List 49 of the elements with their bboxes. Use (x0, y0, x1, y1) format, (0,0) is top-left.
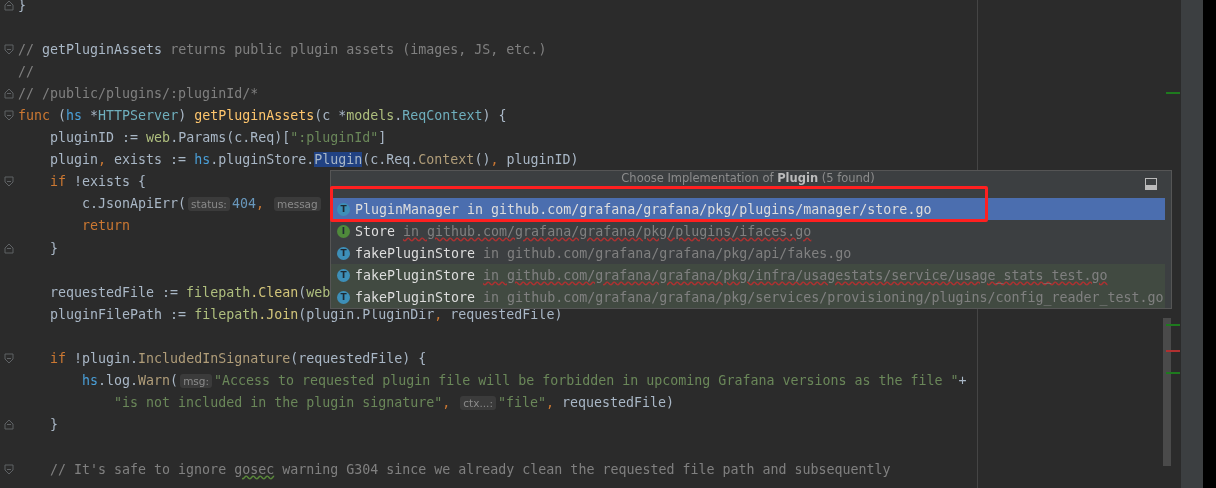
fold-marker-icon[interactable] (4, 353, 14, 365)
code-text: pluginID := web.Params(c.Req)[":pluginId"] (50, 130, 387, 146)
code-text: pluginFilePath := filepath.Join(plugin.PluginDir, requestedFile) (50, 306, 563, 322)
type-icon: T (337, 246, 350, 260)
fold-marker-icon[interactable] (4, 242, 14, 254)
implementation-item[interactable]: T fakePluginStore in github.com/grafana/grafana/pkg/infra/usagestats/service/usage_stats_test.go (331, 264, 1165, 286)
fold-marker-icon[interactable] (4, 0, 14, 11)
code-text: // It's safe to ignore gosec warning G304 since we already clean the requested file path and subsequently (50, 461, 891, 477)
code-text: } (18, 0, 26, 13)
fold-marker-icon[interactable] (4, 87, 14, 99)
fold-marker-icon[interactable] (4, 419, 14, 431)
fold-marker-icon[interactable] (4, 43, 14, 55)
code-text: // getPluginAssets returns public plugin assets (images, JS, etc.) (18, 41, 547, 57)
code-text: // /public/plugins/:pluginId/* (18, 85, 259, 101)
change-marker[interactable] (1166, 324, 1180, 326)
change-marker[interactable] (1166, 92, 1180, 94)
implementation-item[interactable]: T PluginManager in github.com/grafana/grafana/pkg/plugins/manager/store.go (331, 198, 1165, 220)
parameter-hint: ctx...: (460, 395, 496, 410)
code-text: func (hs *HTTPServer) getPluginAssets(c *models.ReqContext) { (18, 108, 507, 123)
code-text: "Access to requested plugin file will be forbidden in upcoming Grafana versions as the file "+ (214, 373, 967, 389)
parameter-hint: status: (188, 196, 230, 211)
type-icon: T (337, 202, 350, 216)
type-icon: T (337, 290, 350, 304)
parameter-hint: messag (273, 196, 321, 211)
fold-marker-icon[interactable] (4, 176, 14, 188)
code-text: } (50, 240, 59, 256)
code-text: "is not included in the plugin signature", (114, 395, 452, 411)
type-icon: I (337, 224, 350, 238)
code-text: // (18, 63, 34, 79)
error-marker[interactable] (1166, 350, 1180, 352)
popup-title: Choose Implementation of Plugin (5 found) (621, 172, 875, 185)
change-marker[interactable] (1166, 372, 1180, 374)
scrollbar-thumb[interactable] (1163, 318, 1171, 466)
code-text: requestedFile := filepath.Clean(web (50, 284, 331, 300)
code-text: } (50, 417, 59, 433)
code-text: "file", requestedFile) (497, 395, 675, 411)
code-text: hs.log.Warn( (82, 373, 179, 389)
fold-marker-icon[interactable] (4, 110, 14, 121)
code-text: if !exists { (50, 174, 147, 190)
window-icon[interactable] (1145, 178, 1157, 190)
code-text: 404, (231, 196, 265, 212)
code-text: return (82, 218, 131, 234)
type-icon: T (337, 268, 350, 282)
implementation-item[interactable]: T fakePluginStore in github.com/grafana/grafana/pkg/services/provisioning/plugins/config_reader_test.go (331, 286, 1165, 308)
code-text: plugin, exists := hs.pluginStore.Plugin(c.Req.Context(), pluginID) (50, 152, 579, 168)
code-text: if !plugin.IncludedInSignature(requestedFile) { (50, 351, 427, 367)
parameter-hint: msg: (180, 373, 213, 388)
code-text: c.JsonApiErr( (82, 196, 187, 212)
fold-marker-icon[interactable] (4, 463, 14, 475)
